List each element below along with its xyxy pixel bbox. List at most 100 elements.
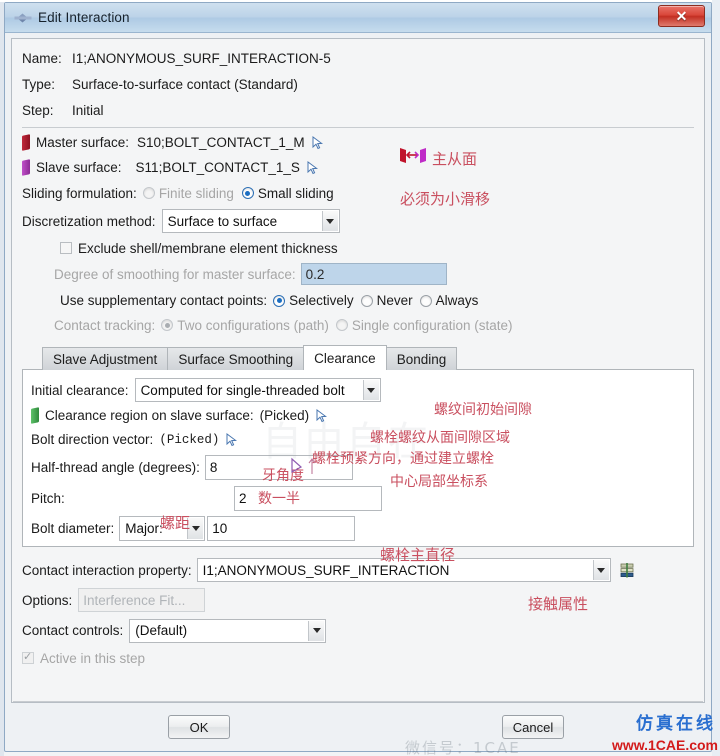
radio-always[interactable] xyxy=(419,294,432,307)
dialog-body: Name: I1;ANONYMOUS_SURF_INTERACTION-5 Ty… xyxy=(5,33,711,751)
supplementary-points-row: Use supplementary contact points: Select… xyxy=(22,288,694,313)
type-value: Surface-to-surface contact (Standard) xyxy=(72,76,298,92)
smoothing-row: Degree of smoothing for master surface: … xyxy=(22,260,694,288)
tab-bonding[interactable]: Bonding xyxy=(385,347,458,370)
footer-divider xyxy=(13,701,703,702)
smoothing-value: 0.2 xyxy=(305,266,325,282)
name-row: Name: I1;ANONYMOUS_SURF_INTERACTION-5 xyxy=(22,45,694,71)
chevron-down-icon xyxy=(321,211,338,231)
slave-surface-label: Slave surface: xyxy=(36,160,122,175)
bolt-diameter-value: 10 xyxy=(212,520,228,536)
ok-button-label: OK xyxy=(189,719,209,735)
bolt-diameter-type-select[interactable]: Major: xyxy=(119,515,206,541)
active-in-step-row: Active in this step xyxy=(22,646,694,670)
exclude-shell-checkbox[interactable] xyxy=(60,242,72,254)
radio-selectively-label: Selectively xyxy=(289,293,354,308)
step-row: Step: Initial xyxy=(22,97,694,123)
contact-controls-value: (Default) xyxy=(135,623,188,638)
contact-tracking-row: Contact tracking: Two configurations (pa… xyxy=(22,313,694,337)
tab-surface-smoothing-label: Surface Smoothing xyxy=(178,351,294,367)
half-thread-angle-value: 8 xyxy=(209,460,218,475)
discretization-label: Discretization method: xyxy=(22,213,156,229)
radio-two-configurations[interactable] xyxy=(161,319,174,331)
exclude-shell-row: Exclude shell/membrane element thickness xyxy=(22,236,694,260)
main-panel: Name: I1;ANONYMOUS_SURF_INTERACTION-5 Ty… xyxy=(11,38,705,703)
smoothing-label: Degree of smoothing for master surface: xyxy=(54,266,296,282)
sliding-formulation-row: Sliding formulation: Finite sliding Smal… xyxy=(22,180,694,206)
bolt-diameter-label: Bolt diameter: xyxy=(31,520,115,536)
initial-clearance-row: Initial clearance: Computed for single-t… xyxy=(31,376,685,404)
close-button[interactable]: ✕ xyxy=(658,5,705,27)
ok-button[interactable]: OK xyxy=(168,715,230,739)
contact-controls-select[interactable]: (Default) xyxy=(129,618,327,643)
exclude-shell-label: Exclude shell/membrane element thickness xyxy=(78,240,338,256)
discretization-method-value: Surface to surface xyxy=(167,213,278,229)
pitch-row: Pitch: 2 xyxy=(31,483,685,514)
master-surface-value: S10;BOLT_CONTACT_1_M xyxy=(137,135,305,150)
watermark-cn: 仿真在线 xyxy=(636,714,716,734)
name-value: I1;ANONYMOUS_SURF_INTERACTION-5 xyxy=(72,50,331,66)
background-strip-right xyxy=(712,0,720,756)
pick-slave-surface-icon[interactable] xyxy=(307,160,319,175)
sliding-formulation-label: Sliding formulation: xyxy=(22,185,137,201)
clearance-region-label: Clearance region on slave surface: xyxy=(45,408,254,423)
contact-property-label: Contact interaction property: xyxy=(22,562,192,578)
radio-selectively[interactable] xyxy=(273,294,286,307)
radio-small-sliding-label: Small sliding xyxy=(257,185,334,201)
watermark-url: www.1CAE.com xyxy=(611,737,718,753)
abaqus-diamond-icon xyxy=(13,8,33,28)
discretization-row: Discretization method: Surface to surfac… xyxy=(22,206,694,236)
contact-property-row: Contact interaction property: I1;ANONYMO… xyxy=(22,555,694,585)
radio-single-configuration[interactable] xyxy=(335,319,348,331)
pitch-value: 2 xyxy=(239,491,247,506)
type-row: Type: Surface-to-surface contact (Standa… xyxy=(22,71,694,97)
contact-controls-label: Contact controls: xyxy=(22,623,124,638)
active-in-step-checkbox[interactable] xyxy=(22,650,34,664)
annotation-master-slave-icon xyxy=(398,146,428,169)
screenshot-root: Edit Interaction ✕ Name: I1;ANONYMOUS_SU… xyxy=(0,0,720,756)
slave-surface-row: Slave surface: S11;BOLT_CONTACT_1_S xyxy=(22,155,694,180)
bolt-diameter-type-value: Major: xyxy=(125,520,163,536)
slave-surface-icon xyxy=(22,159,30,176)
clearance-region-icon xyxy=(31,407,39,424)
tab-slave-adjustment[interactable]: Slave Adjustment xyxy=(42,347,169,370)
chevron-down-icon xyxy=(308,620,325,641)
tab-surface-smoothing[interactable]: Surface Smoothing xyxy=(167,347,305,370)
pick-master-surface-icon[interactable] xyxy=(312,135,324,150)
contact-controls-row: Contact controls: (Default) xyxy=(22,615,694,646)
bolt-diameter-input[interactable]: 10 xyxy=(207,515,356,541)
radio-never[interactable] xyxy=(360,294,373,307)
pick-bolt-direction-icon[interactable] xyxy=(226,432,238,447)
radio-small-sliding[interactable] xyxy=(241,187,254,199)
tab-clearance-label: Clearance xyxy=(314,350,376,366)
tab-bonding-label: Bonding xyxy=(396,351,447,367)
master-surface-icon xyxy=(22,134,30,151)
cancel-button[interactable]: Cancel xyxy=(502,715,564,739)
smoothing-input[interactable]: 0.2 xyxy=(300,263,447,285)
step-value: Initial xyxy=(72,102,104,118)
close-icon: ✕ xyxy=(675,8,688,24)
contact-property-select[interactable]: I1;ANONYMOUS_SURF_INTERACTION xyxy=(196,558,611,582)
supplementary-points-label: Use supplementary contact points: xyxy=(60,293,268,308)
bolt-direction-label: Bolt direction vector: xyxy=(31,432,154,447)
cancel-button-label: Cancel xyxy=(512,719,554,735)
active-in-step-label: Active in this step xyxy=(40,650,146,666)
tab-clearance[interactable]: Clearance xyxy=(303,345,387,370)
edit-interaction-dialog: Edit Interaction ✕ Name: I1;ANONYMOUS_SU… xyxy=(4,2,712,752)
interference-fit-button: Interference Fit... xyxy=(78,588,206,612)
dialog-footer: OK Cancel xyxy=(5,701,711,751)
create-interaction-property-icon[interactable] xyxy=(619,562,635,578)
discretization-method-select[interactable]: Surface to surface xyxy=(161,209,340,233)
initial-clearance-select[interactable]: Computed for single-threaded bolt xyxy=(134,378,381,402)
interference-fit-label: Interference Fit... xyxy=(83,592,186,608)
radio-never-label: Never xyxy=(376,293,413,308)
initial-clearance-value: Computed for single-threaded bolt xyxy=(140,382,345,398)
contact-tracking-label: Contact tracking: xyxy=(54,317,156,333)
radio-finite-sliding[interactable] xyxy=(142,187,155,199)
chevron-down-icon xyxy=(362,380,379,400)
bottom-options: Contact interaction property: I1;ANONYMO… xyxy=(22,555,694,670)
initial-clearance-label: Initial clearance: xyxy=(31,382,129,398)
pitch-input[interactable]: 2 xyxy=(234,486,382,511)
step-label: Step: xyxy=(22,102,54,118)
name-label: Name: xyxy=(22,50,62,66)
